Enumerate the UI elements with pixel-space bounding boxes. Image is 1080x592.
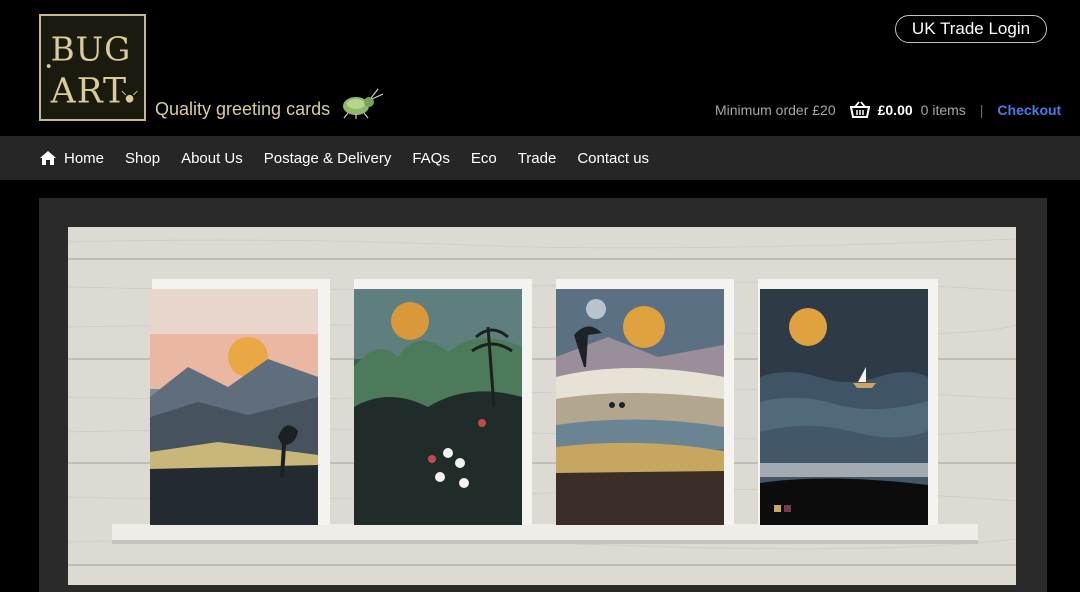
- nav-item-trade[interactable]: Trade: [518, 150, 557, 167]
- cyclist-hills-card: [556, 279, 734, 525]
- checkout-link[interactable]: Checkout: [997, 102, 1061, 118]
- hero-banner-image[interactable]: [68, 227, 1016, 585]
- nav-label-home: Home: [64, 149, 105, 167]
- nav-item-home[interactable]: Home: [39, 150, 104, 167]
- svg-text:ART: ART: [50, 72, 127, 112]
- svg-text:BUG: BUG: [51, 30, 132, 68]
- nav-item-eco[interactable]: Eco: [471, 150, 497, 167]
- bug-art-logo[interactable]: BUG ART: [39, 14, 146, 121]
- sailboat-sea-card: [758, 279, 938, 525]
- main-navigation: Home Shop About Us Postage & Delivery FA…: [0, 136, 1080, 180]
- logo-graphic: BUG ART: [41, 16, 144, 119]
- site-tagline: Quality greeting cards: [155, 99, 331, 119]
- cart-separator: |: [979, 102, 984, 118]
- bug-icon: [343, 88, 384, 119]
- cart-summary: Minimum order £20 £0.00 0 items | Checko…: [715, 100, 1061, 120]
- nav-item-contact-us[interactable]: Contact us: [577, 150, 649, 167]
- jungle-hummingbird-card: [354, 279, 532, 525]
- cart-item-count[interactable]: 0 items: [921, 102, 966, 118]
- cart-total[interactable]: £0.00: [878, 102, 913, 118]
- home-icon: [40, 151, 56, 165]
- nav-item-faqs[interactable]: FAQs: [412, 150, 450, 167]
- sunset-mountains-card: [150, 279, 330, 525]
- nav-item-postage-delivery[interactable]: Postage & Delivery: [264, 150, 392, 167]
- site-header: BUG ART Quality greeting cards UK Trade …: [0, 0, 1080, 136]
- trade-login-button[interactable]: UK Trade Login: [895, 15, 1047, 43]
- nav-item-shop[interactable]: Shop: [125, 150, 160, 167]
- minimum-order-text: Minimum order £20: [715, 102, 836, 118]
- nav-item-about-us[interactable]: About Us: [181, 150, 243, 167]
- banner-artwork: [68, 227, 1016, 585]
- basket-icon[interactable]: [849, 101, 870, 119]
